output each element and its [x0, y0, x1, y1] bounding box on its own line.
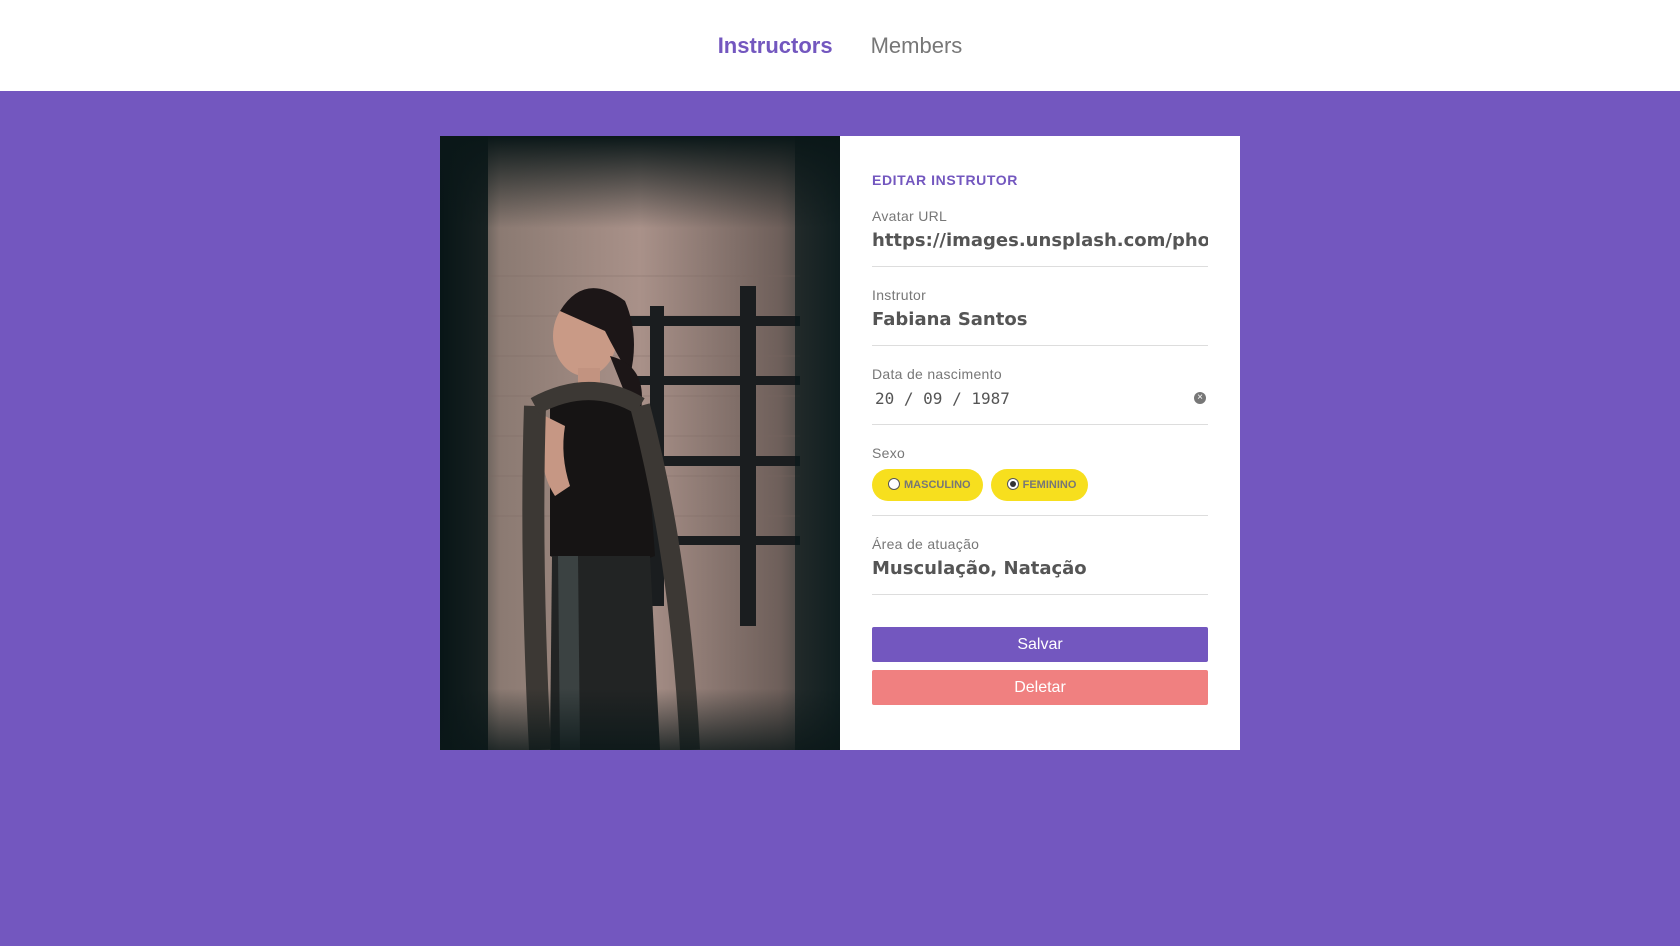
area-label: Área de atuação: [872, 536, 980, 552]
instructor-name-input[interactable]: [872, 307, 1208, 331]
instructor-name-label: Instrutor: [872, 287, 927, 303]
birth-date-input[interactable]: 20 / 09 / 1987 ×: [872, 386, 1208, 410]
save-button[interactable]: Salvar: [872, 627, 1208, 662]
birth-date-field: Data de nascimento 20 / 09 / 1987 ×: [872, 366, 1208, 425]
form-title: EDITAR INSTRUTOR: [872, 172, 1018, 188]
area-field: Área de atuação: [872, 536, 1208, 595]
clear-date-icon[interactable]: ×: [1194, 392, 1206, 404]
radio-unchecked-icon[interactable]: [888, 477, 900, 490]
radio-checked-icon[interactable]: [1006, 477, 1019, 490]
nav-link-instructors[interactable]: Instructors: [718, 33, 833, 59]
edit-instructor-card: EDITAR INSTRUTOR Avatar URL Instrutor Da…: [440, 136, 1240, 750]
top-navigation: Instructors Members: [0, 0, 1680, 91]
gender-option-label: FEMININO: [1022, 479, 1077, 491]
instructor-name-field: Instrutor: [872, 287, 1208, 346]
avatar-url-label: Avatar URL: [872, 208, 948, 224]
avatar-url-input[interactable]: [872, 228, 1208, 252]
birth-date-value: 20 / 09 / 1987: [875, 388, 1010, 408]
gender-label: Sexo: [872, 445, 906, 461]
instructor-photo: [440, 136, 840, 750]
area-input[interactable]: [872, 556, 1208, 580]
delete-button[interactable]: Deletar: [872, 670, 1208, 705]
edit-instructor-form: EDITAR INSTRUTOR Avatar URL Instrutor Da…: [840, 136, 1240, 750]
gender-option-feminino[interactable]: FEMININO: [990, 469, 1089, 501]
avatar-url-field: Avatar URL: [872, 208, 1208, 267]
gender-option-label: MASCULINO: [904, 479, 971, 491]
gender-option-masculino[interactable]: MASCULINO: [872, 469, 983, 501]
gender-options: MASCULINO FEMININO: [872, 469, 1208, 501]
birth-date-label: Data de nascimento: [872, 366, 1002, 382]
gender-field: Sexo MASCULINO FEMININO: [872, 445, 1208, 516]
nav-link-members[interactable]: Members: [871, 33, 963, 59]
